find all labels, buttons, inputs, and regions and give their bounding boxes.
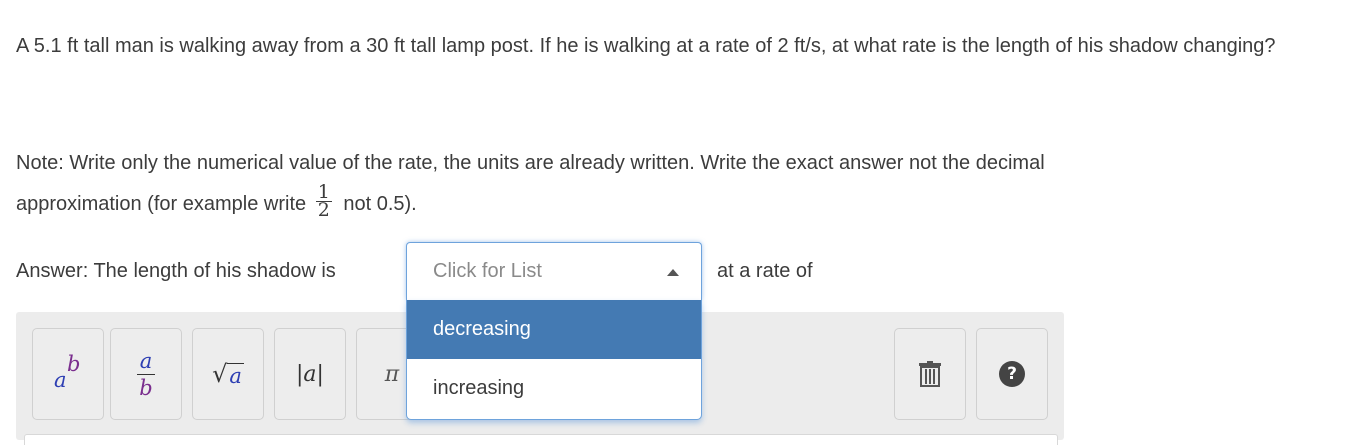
- note-text-line2: approximation (for example write 1 2 not…: [16, 183, 417, 224]
- fraction-denominator: b: [139, 375, 153, 400]
- fraction-bar: [137, 373, 155, 375]
- option-increasing[interactable]: increasing: [407, 359, 701, 418]
- note-text-line1: Note: Write only the numerical value of …: [16, 152, 1045, 174]
- select-placeholder: Click for List: [433, 260, 542, 282]
- absolute-value-button[interactable]: |a|: [274, 328, 346, 420]
- trash-icon: [919, 361, 941, 387]
- fraction-button[interactable]: a b: [110, 328, 182, 420]
- power-base: a: [54, 368, 67, 392]
- pi-glyph: π: [384, 361, 400, 387]
- sqrt-button[interactable]: √ a: [192, 328, 264, 420]
- direction-dropdown-list: decreasing increasing: [406, 300, 702, 420]
- caret-up-icon: [667, 269, 679, 276]
- answer-label: Answer: The length of his shadow is: [16, 260, 336, 282]
- sqrt-glyph: √ a: [212, 360, 244, 388]
- question-text: A 5.1 ft tall man is walking away from a…: [16, 35, 1276, 57]
- direction-select[interactable]: Click for List: [406, 242, 702, 300]
- power-button[interactable]: a b: [32, 328, 104, 420]
- note-suffix: not 0.5).: [343, 193, 417, 215]
- clear-button[interactable]: [894, 328, 966, 420]
- help-icon: ?: [999, 361, 1025, 387]
- power-exponent: b: [67, 352, 81, 376]
- fraction-glyph: a b: [137, 350, 155, 399]
- absolute-value-glyph: |a|: [296, 361, 324, 387]
- example-fraction-denominator: 2: [317, 199, 330, 222]
- power-glyph: a b: [48, 352, 88, 394]
- note-prefix: approximation (for example write: [16, 193, 307, 215]
- radical-sign: √: [212, 360, 228, 388]
- option-decreasing[interactable]: decreasing: [407, 300, 701, 359]
- sqrt-argument: a: [227, 363, 244, 388]
- help-button[interactable]: ?: [976, 328, 1048, 420]
- rate-label: at a rate of: [717, 260, 813, 282]
- example-fraction: 1 2: [315, 183, 332, 222]
- fraction-numerator: a: [139, 348, 153, 373]
